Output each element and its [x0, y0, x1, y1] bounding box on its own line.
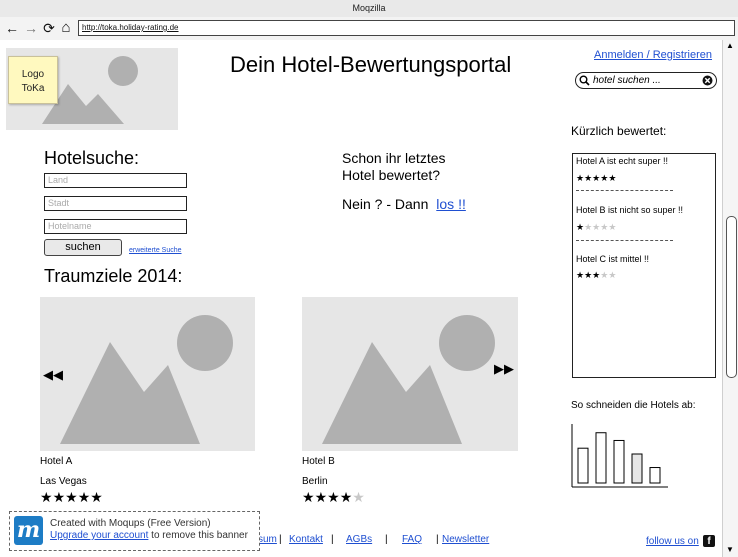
promo-line1: Schon ihr letztes	[342, 150, 446, 166]
promo-question: Nein ? - Dann los !!	[342, 196, 466, 212]
footer-separator: |	[279, 534, 282, 545]
star-filled-icon: ★	[52, 489, 66, 505]
star-filled-icon: ★	[584, 270, 593, 280]
star-filled-icon: ★	[90, 489, 103, 505]
moqups-line2: to remove this banner	[148, 530, 248, 541]
review-divider	[576, 240, 673, 241]
recent-reviews-panel: Hotel A ist echt super !! ★★★★★ Hotel B …	[572, 153, 716, 378]
review-text[interactable]: Hotel B ist nicht so super !!	[576, 205, 683, 215]
hotelsearch-heading: Hotelsuche:	[44, 148, 140, 168]
carousel-next-icon[interactable]: ▶▶	[494, 361, 514, 377]
city-field[interactable]: Stadt	[44, 196, 187, 211]
star-filled-icon: ★	[584, 173, 593, 183]
promo-question-text: Nein ? - Dann	[342, 196, 429, 212]
footer-contact-link[interactable]: Kontakt	[289, 534, 323, 545]
footer-separator: |	[385, 534, 388, 545]
logo-text-line1: Logo	[21, 69, 45, 80]
hotel-b-image[interactable]	[302, 297, 518, 451]
review-rating: ★★★★★	[576, 220, 616, 234]
vertical-scrollbar[interactable]: ▲ ▼	[722, 40, 738, 557]
logo-sticky-note: Logo ToKa	[8, 56, 58, 104]
hotel-a-name[interactable]: Hotel A	[40, 456, 72, 467]
recent-heading: Kürzlich bewertet:	[571, 124, 667, 138]
promo-line2: Hotel bewertet?	[342, 167, 441, 183]
star-filled-icon: ★	[327, 489, 340, 505]
hotel-a-rating: ★★★★★	[40, 490, 103, 504]
dream-destinations-heading: Traumziele 2014:	[44, 266, 183, 286]
browser-toolbar: ← → ⟳ ⌂ http://toka.holiday-rating.de	[0, 17, 738, 41]
hotel-a-city: Las Vegas	[40, 476, 87, 487]
clear-search-icon[interactable]	[702, 75, 713, 86]
star-filled-icon: ★	[65, 489, 78, 505]
footer-separator: |	[331, 534, 334, 545]
search-button[interactable]: suchen	[44, 239, 122, 256]
chart-bar-2	[595, 432, 607, 484]
address-bar[interactable]: http://toka.holiday-rating.de	[78, 20, 735, 36]
image-placeholder-icon	[60, 315, 233, 444]
star-filled-icon: ★	[77, 489, 91, 505]
country-field[interactable]: Land	[44, 173, 187, 188]
rating-bar-chart	[571, 424, 668, 488]
moqups-line1: Created with Moqups (Free Version)	[50, 518, 211, 529]
scroll-down-icon[interactable]: ▼	[726, 545, 734, 554]
footer-newsletter-link[interactable]: Newsletter	[442, 534, 489, 545]
reload-icon[interactable]: ⟳	[42, 20, 56, 36]
scroll-up-icon[interactable]: ▲	[726, 41, 734, 50]
review-divider	[576, 190, 673, 191]
upgrade-account-link[interactable]: Upgrade your account	[50, 530, 148, 541]
review-text[interactable]: Hotel A ist echt super !!	[576, 156, 668, 166]
star-empty-icon: ★	[608, 270, 617, 280]
carousel-prev-icon[interactable]: ◀◀	[43, 367, 63, 383]
advanced-search-link[interactable]: erweiterte Suche	[129, 247, 182, 254]
chart-bar-1	[577, 447, 589, 484]
image-placeholder-icon	[322, 315, 495, 444]
hotel-search-input[interactable]: hotel suchen ...	[575, 72, 717, 89]
footer-partial-link[interactable]: sum	[258, 534, 277, 545]
chart-bar-5	[649, 467, 661, 484]
hotel-b-rating: ★★★★★	[302, 490, 365, 504]
star-filled-icon: ★	[40, 489, 53, 505]
star-empty-icon: ★	[584, 222, 593, 232]
hotel-b-name[interactable]: Hotel B	[302, 456, 335, 467]
star-empty-icon: ★	[352, 489, 365, 505]
star-filled-icon: ★	[339, 489, 353, 505]
moqups-banner: m Created with Moqups (Free Version) Upg…	[9, 511, 260, 551]
star-filled-icon: ★	[314, 489, 328, 505]
logo-text-line2: ToKa	[21, 83, 45, 94]
search-icon	[579, 75, 590, 86]
search-placeholder: hotel suchen ...	[593, 75, 661, 86]
star-filled-icon: ★	[576, 222, 585, 232]
review-text[interactable]: Hotel C ist mittel !!	[576, 254, 649, 264]
hotelname-field[interactable]: Hotelname	[44, 219, 187, 234]
review-rating: ★★★★★	[576, 268, 616, 282]
footer-faq-link[interactable]: FAQ	[402, 534, 422, 545]
window-title: Moqzilla	[0, 0, 738, 18]
chart-bar-4	[631, 453, 643, 484]
footer-separator: |	[436, 534, 439, 545]
star-filled-icon: ★	[302, 489, 315, 505]
chart-bar-3	[613, 439, 625, 484]
star-filled-icon: ★	[576, 173, 585, 183]
chart-heading: So schneiden die Hotels ab:	[571, 400, 696, 411]
scroll-thumb[interactable]	[726, 216, 737, 378]
star-filled-icon: ★	[608, 173, 617, 183]
back-icon[interactable]: ←	[5, 20, 19, 36]
footer-agb-link[interactable]: AGBs	[346, 534, 372, 545]
star-filled-icon: ★	[576, 270, 585, 280]
rate-now-link[interactable]: los !!	[436, 196, 466, 212]
review-rating: ★★★★★	[576, 171, 616, 185]
hotel-b-city: Berlin	[302, 476, 328, 487]
star-empty-icon: ★	[608, 222, 617, 232]
promo-text: Schon ihr letztes Hotel bewertet?	[342, 150, 446, 184]
home-icon[interactable]: ⌂	[59, 20, 73, 36]
page-title: Dein Hotel-Bewertungsportal	[230, 52, 512, 77]
hotel-a-image[interactable]	[40, 297, 255, 451]
forward-icon[interactable]: →	[24, 20, 38, 36]
moqups-banner-text: Created with Moqups (Free Version) Upgra…	[50, 518, 248, 542]
follow-us-link[interactable]: follow us on	[646, 536, 699, 547]
facebook-icon[interactable]: f	[703, 535, 715, 547]
moqups-logo-icon: m	[14, 516, 43, 545]
login-register-link[interactable]: Anmelden / Registrieren	[594, 49, 712, 61]
